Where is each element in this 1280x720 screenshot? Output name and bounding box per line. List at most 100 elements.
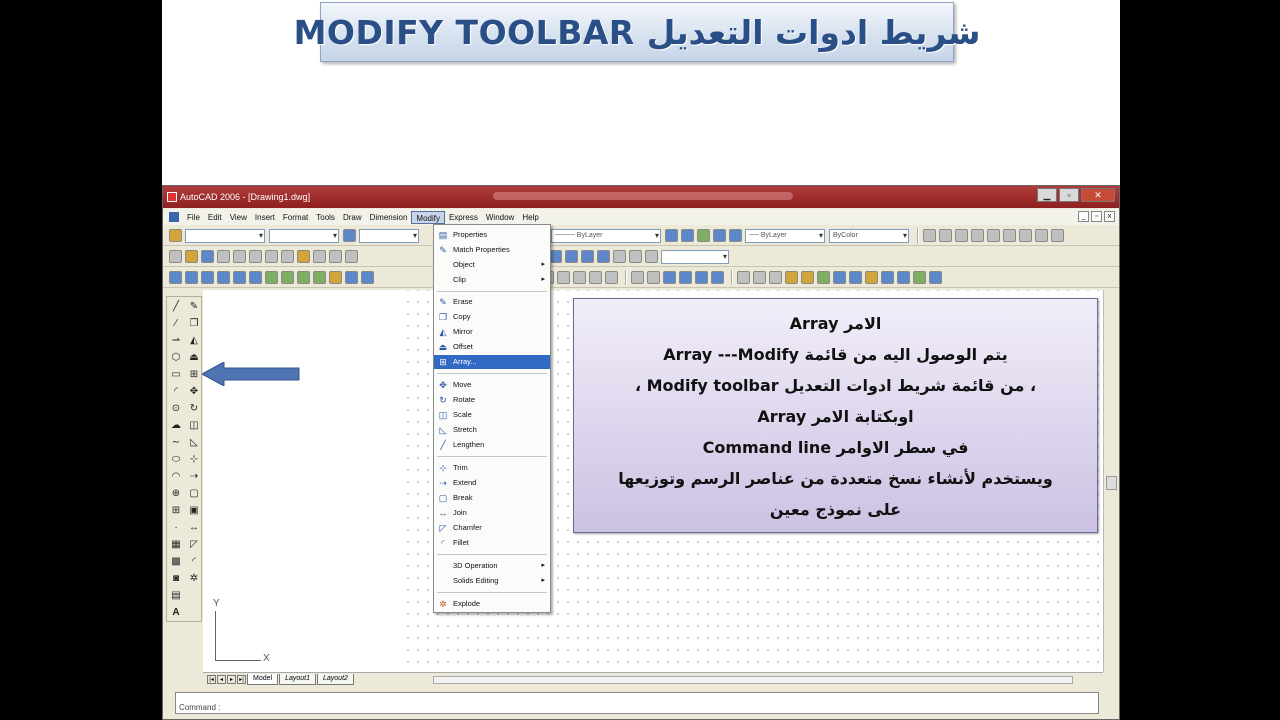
- join-tool-icon[interactable]: ↔: [188, 522, 200, 534]
- dim-icon-5[interactable]: [589, 271, 602, 284]
- render-icon-4[interactable]: [679, 271, 692, 284]
- menu-item-3d-operation[interactable]: 3D Operation ▸: [434, 559, 550, 573]
- menu-item-trim[interactable]: ⊹ Trim: [434, 461, 550, 475]
- solid-edit-icon-2[interactable]: [753, 271, 766, 284]
- save-icon[interactable]: [201, 250, 214, 263]
- command-line[interactable]: Command :: [175, 692, 1099, 714]
- spline-icon[interactable]: ∼: [170, 437, 182, 449]
- render-icon-1[interactable]: [631, 271, 644, 284]
- view-icon-10[interactable]: [629, 250, 642, 263]
- revision-cloud-icon[interactable]: ☁: [170, 420, 182, 432]
- tab-model[interactable]: Model: [247, 674, 279, 685]
- menu-item-stretch[interactable]: ◺ Stretch: [434, 423, 550, 437]
- menu-item-scale[interactable]: ◫ Scale: [434, 408, 550, 422]
- solid-edit-icon-11[interactable]: [897, 271, 910, 284]
- layer-tool-icon-4[interactable]: [713, 229, 726, 242]
- menu-dimension[interactable]: Dimension: [366, 211, 412, 224]
- tab-layout1[interactable]: Layout1: [279, 674, 316, 685]
- solid-edit-icon-8[interactable]: [849, 271, 862, 284]
- undo-icon[interactable]: [329, 250, 342, 263]
- chamfer-tool-icon[interactable]: ◸: [188, 539, 200, 551]
- copy-clip-icon[interactable]: [281, 250, 294, 263]
- layer-tool-icon-2[interactable]: [681, 229, 694, 242]
- render-icon-5[interactable]: [695, 271, 708, 284]
- zoom-dynamic-icon[interactable]: [955, 229, 968, 242]
- stretch-tool-icon[interactable]: ◺: [188, 437, 200, 449]
- solid-edit-icon-6[interactable]: [817, 271, 830, 284]
- menu-item-solids-editing[interactable]: Solids Editing ▸: [434, 574, 550, 588]
- cut-icon[interactable]: [265, 250, 278, 263]
- layer-tool-icon-3[interactable]: [697, 229, 710, 242]
- render-icon-6[interactable]: [711, 271, 724, 284]
- extend-tool-icon[interactable]: ⇢: [188, 471, 200, 483]
- scale-tool-icon[interactable]: ◫: [188, 420, 200, 432]
- dim-icon-6[interactable]: [605, 271, 618, 284]
- view-icon-11[interactable]: [645, 250, 658, 263]
- array-tool-icon[interactable]: ⊞: [188, 369, 200, 381]
- first-tab-button[interactable]: |◂: [207, 675, 216, 684]
- render-icon-2[interactable]: [647, 271, 660, 284]
- explode-tool-icon[interactable]: ✲: [188, 573, 200, 585]
- multiline-text-icon[interactable]: A: [170, 607, 182, 619]
- horizontal-scrollbar[interactable]: [433, 676, 1073, 684]
- menu-item-chamfer[interactable]: ◸ Chamfer: [434, 521, 550, 535]
- solid-edit-icon-3[interactable]: [769, 271, 782, 284]
- doc-minimize-button[interactable]: _: [1078, 211, 1089, 222]
- menu-help[interactable]: Help: [518, 211, 542, 224]
- ellipse-arc-icon[interactable]: ◠: [170, 471, 182, 483]
- line-icon[interactable]: ╱: [170, 301, 182, 313]
- preview-icon[interactable]: [233, 250, 246, 263]
- view-icon-7[interactable]: [581, 250, 594, 263]
- named-views-dropdown[interactable]: [661, 249, 729, 264]
- window-titlebar[interactable]: AutoCAD 2006 - [Drawing1.dwg] ▁ ▫ ✕: [163, 186, 1119, 208]
- solid-edit-icon-9[interactable]: [865, 271, 878, 284]
- menu-item-move[interactable]: ✥ Move: [434, 378, 550, 392]
- menu-insert[interactable]: Insert: [251, 211, 279, 224]
- offset-tool-icon[interactable]: ⏏: [188, 352, 200, 364]
- layer-dropdown[interactable]: [185, 228, 265, 243]
- insert-block-icon[interactable]: ⊕: [170, 488, 182, 500]
- menu-item-array[interactable]: ⊞ Array...: [434, 355, 550, 369]
- construction-line-icon[interactable]: ⁄: [170, 318, 182, 330]
- vertical-scrollbar[interactable]: [1103, 290, 1119, 672]
- menu-item-explode[interactable]: ✲ Explode: [434, 597, 550, 611]
- solid-edit-icon-12[interactable]: [913, 271, 926, 284]
- view-icon-6[interactable]: [565, 250, 578, 263]
- prev-tab-button[interactable]: ◂: [217, 675, 226, 684]
- menu-item-fillet[interactable]: ◜ Fillet: [434, 536, 550, 550]
- dim-icon-4[interactable]: [573, 271, 586, 284]
- zoom-in-icon[interactable]: [1003, 229, 1016, 242]
- move-tool-icon[interactable]: ✥: [188, 386, 200, 398]
- menu-express[interactable]: Express: [445, 211, 482, 224]
- solid-edit-icon-7[interactable]: [833, 271, 846, 284]
- box-icon[interactable]: [169, 271, 182, 284]
- menu-format[interactable]: Format: [279, 211, 312, 224]
- circle-icon[interactable]: ⊙: [170, 403, 182, 415]
- sphere-icon[interactable]: [185, 271, 198, 284]
- erase-tool-icon[interactable]: ✎: [188, 301, 200, 313]
- zoom-scale-icon[interactable]: [971, 229, 984, 242]
- solid-edit-icon-4[interactable]: [785, 271, 798, 284]
- rectangle-icon[interactable]: ▭: [170, 369, 182, 381]
- tab-layout2[interactable]: Layout2: [317, 674, 354, 685]
- point-icon[interactable]: ·: [170, 522, 182, 534]
- menu-item-extend[interactable]: ⇢ Extend: [434, 476, 550, 490]
- setup-icon-2[interactable]: [361, 271, 374, 284]
- menu-item-rotate[interactable]: ↻ Rotate: [434, 393, 550, 407]
- solid-edit-icon-13[interactable]: [929, 271, 942, 284]
- menu-item-join[interactable]: ↔ Join: [434, 506, 550, 520]
- style-dropdown[interactable]: [269, 228, 339, 243]
- zoom-out-icon[interactable]: [1019, 229, 1032, 242]
- menu-item-object[interactable]: Object ▸: [434, 258, 550, 272]
- break-tool-icon[interactable]: ▣: [188, 505, 200, 517]
- make-block-icon[interactable]: ⊞: [170, 505, 182, 517]
- maximize-button[interactable]: ▫: [1059, 188, 1079, 202]
- fillet-tool-icon[interactable]: ◜: [188, 556, 200, 568]
- menu-edit[interactable]: Edit: [204, 211, 226, 224]
- dim-icon-3[interactable]: [557, 271, 570, 284]
- section-icon[interactable]: [313, 271, 326, 284]
- menu-tools[interactable]: Tools: [312, 211, 339, 224]
- last-tab-button[interactable]: ▸|: [237, 675, 246, 684]
- view-icon-8[interactable]: [597, 250, 610, 263]
- ellipse-icon[interactable]: ⬭: [170, 454, 182, 466]
